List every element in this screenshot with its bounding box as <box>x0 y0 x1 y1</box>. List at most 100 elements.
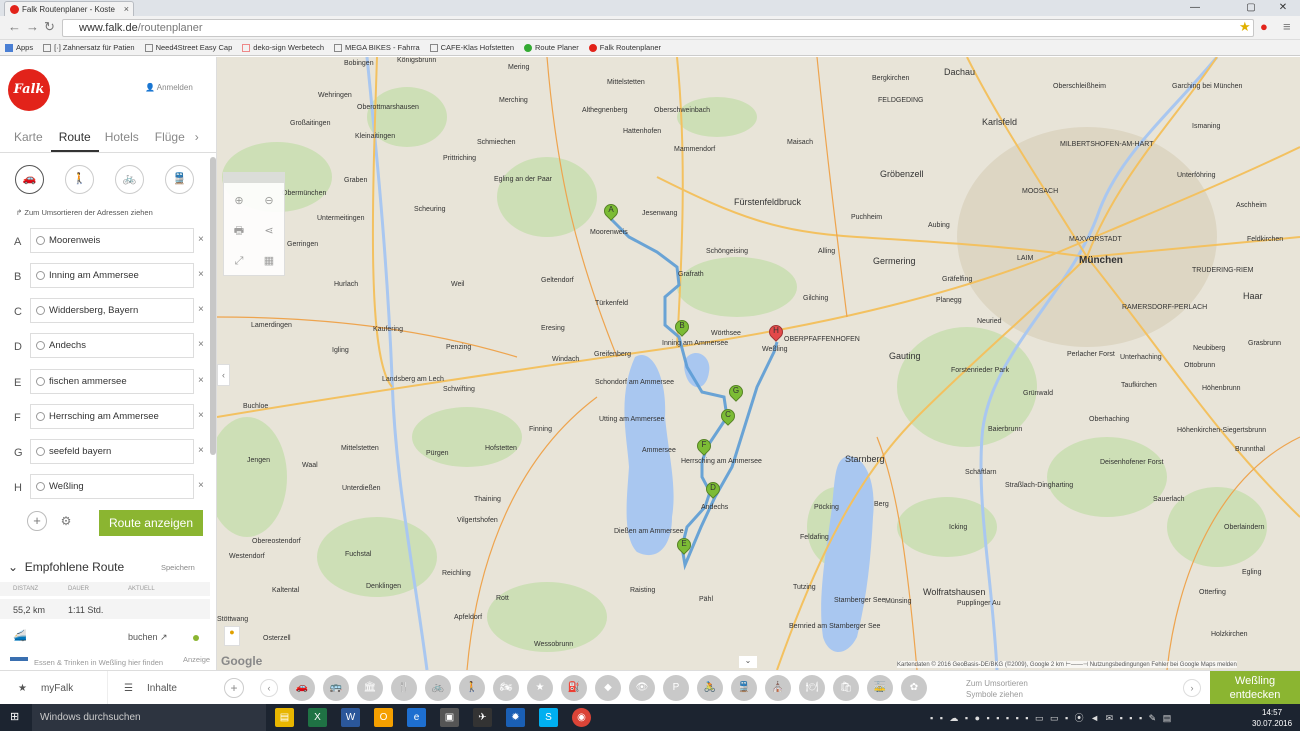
parking-icon[interactable]: P <box>663 675 689 701</box>
map-tools-handle[interactable] <box>224 173 284 183</box>
save-route-link[interactable]: Speichern <box>161 563 195 572</box>
show-route-button[interactable]: Route anzeigen <box>99 510 203 536</box>
close-window-button[interactable]: ✕ <box>1268 0 1298 16</box>
discover-place-button[interactable]: Weßling entdecken <box>1210 671 1300 705</box>
forward-icon[interactable]: → <box>26 19 39 34</box>
car-mode-icon[interactable]: 🚗 <box>15 165 44 194</box>
remove-waypoint-icon[interactable]: × <box>198 234 204 245</box>
zoom-in-icon[interactable]: ⊕ <box>228 190 250 212</box>
poi-prev-icon[interactable]: ‹ <box>260 679 278 697</box>
falk-logo[interactable]: Falk <box>8 69 50 111</box>
tab-fluege[interactable]: Flüge <box>147 125 193 152</box>
waypoint-input[interactable]: Widdersberg, Bayern <box>30 298 194 323</box>
waypoint-input[interactable]: Herrsching am Ammersee <box>30 404 194 429</box>
bookmark-item[interactable]: [·] Zahnersatz für Patien <box>43 43 135 52</box>
share-icon[interactable]: ⋖ <box>258 220 280 242</box>
book-link[interactable]: buchen ↗ <box>128 632 168 643</box>
bookmark-item[interactable]: deko-sign Werbetech <box>242 43 324 52</box>
building-icon[interactable]: 🏛 <box>357 675 383 701</box>
bus-icon[interactable]: 🚌 <box>323 675 349 701</box>
bookmark-apps[interactable]: Apps <box>5 43 33 52</box>
chrome-icon[interactable]: ◉ <box>572 708 591 727</box>
flower-icon[interactable]: ✿ <box>901 675 927 701</box>
chrome-menu-icon[interactable]: ≡ <box>1283 19 1291 34</box>
waypoint-input[interactable]: Inning am Ammersee <box>30 263 194 288</box>
gas-icon[interactable]: ⛽ <box>561 675 587 701</box>
eye-icon[interactable]: 👁 <box>629 675 655 701</box>
recommended-route-header[interactable]: ⌄ Empfohlene Route <box>8 560 124 574</box>
reload-icon[interactable]: ↻ <box>44 19 55 35</box>
zoom-out-icon[interactable]: ⊖ <box>258 190 280 212</box>
adblock-icon[interactable]: ● <box>1260 19 1268 34</box>
road-sign-icon[interactable]: ◆ <box>595 675 621 701</box>
marker-h[interactable]: H <box>766 322 786 345</box>
tab-karte[interactable]: Karte <box>0 125 51 152</box>
marker-g[interactable]: G <box>726 382 746 405</box>
fullscreen-icon[interactable]: ⤢ <box>228 250 250 272</box>
map-layers-icon[interactable]: ▦ <box>258 250 280 272</box>
train-icon[interactable]: 🚆 <box>731 675 757 701</box>
tabs-next-icon[interactable]: › <box>193 125 207 152</box>
print-icon[interactable]: 🖶 <box>228 220 250 242</box>
marker-d[interactable]: D <box>703 479 723 502</box>
waypoint-input[interactable]: fischen ammersee <box>30 369 194 394</box>
transit-mode-icon[interactable]: 🚆 <box>165 165 194 194</box>
marker-c[interactable]: C <box>718 406 738 429</box>
marker-e[interactable]: E <box>674 535 694 558</box>
windows-start-icon[interactable]: ⊞ <box>10 711 22 723</box>
bookmark-item[interactable]: Route Planer <box>523 43 579 52</box>
map-attribution[interactable]: Kartendaten © 2016 GeoBasis-DE/BKG (©200… <box>897 661 1237 668</box>
taskbar-clock[interactable]: 14:57 30.07.2016 <box>1252 707 1292 729</box>
bookmark-item[interactable]: CAFE-Klas Hofstetten <box>429 43 514 52</box>
tab-close-icon[interactable]: × <box>124 4 129 14</box>
url-input[interactable]: www.falk.de/routenplaner <box>62 19 1254 37</box>
waypoint-input[interactable]: seefeld bayern <box>30 439 194 464</box>
remove-waypoint-icon[interactable]: × <box>198 375 204 386</box>
waypoint-input[interactable]: Moorenweis <box>30 228 194 253</box>
add-waypoint-button[interactable]: + <box>27 511 47 531</box>
settings-app-icon[interactable]: ✹ <box>506 708 525 727</box>
outlook-icon[interactable]: O <box>374 708 393 727</box>
tab-hotels[interactable]: Hotels <box>99 125 147 152</box>
marker-f[interactable]: F <box>694 436 714 459</box>
marker-b[interactable]: B <box>672 317 692 340</box>
store-icon[interactable]: ▣ <box>440 708 459 727</box>
route-summary-row[interactable]: 55,2 km 1:11 Std. <box>0 599 210 619</box>
car-icon[interactable]: 🚗 <box>289 675 315 701</box>
taskbar-search[interactable]: Windows durchsuchen <box>32 704 266 731</box>
contents-button[interactable]: ☰ Inhalte <box>108 671 216 705</box>
motorbike-icon[interactable]: 🏍 <box>493 675 519 701</box>
excel-icon[interactable]: X <box>308 708 327 727</box>
marker-a[interactable]: A <box>601 201 621 224</box>
food-icon[interactable]: 🍴 <box>391 675 417 701</box>
bike-mode-icon[interactable]: 🚲 <box>115 165 144 194</box>
login-link[interactable]: 👤 Anmelden <box>145 83 193 92</box>
expand-map-chevron-icon[interactable]: ⌄ <box>739 656 757 668</box>
browser-tab[interactable]: Falk Routenplaner - Koste × <box>4 1 134 16</box>
add-poi-button[interactable]: + <box>224 678 244 698</box>
remove-waypoint-icon[interactable]: × <box>198 480 204 491</box>
landmark-icon[interactable]: ⛪ <box>765 675 791 701</box>
bicycle-icon[interactable]: 🚴 <box>697 675 723 701</box>
edge-icon[interactable]: e <box>407 708 426 727</box>
map-canvas[interactable]: Bobingen Königsbrunn Mering Mittelstetten Me… <box>217 57 1300 670</box>
skype-icon[interactable]: S <box>539 708 558 727</box>
app-icon[interactable]: ✈ <box>473 708 492 727</box>
word-icon[interactable]: W <box>341 708 360 727</box>
bookmark-item[interactable]: Need4Street Easy Cap <box>144 43 232 52</box>
remove-waypoint-icon[interactable]: × <box>198 269 204 280</box>
bookmark-star-icon[interactable]: ★ <box>1239 19 1251 35</box>
system-tray-icons[interactable]: ▪ ▪ ☁ ▪ ● ▪ ▪ ▪ ▪ ▪ ▭ ▭ ▪ ⦿ ◄ ✉ ▪ ▪ ▪ ✎ … <box>930 711 1173 724</box>
sidebar-scrollbar[interactable] <box>210 157 216 455</box>
bookmark-item[interactable]: Falk Routenplaner <box>588 43 661 52</box>
waypoint-input[interactable]: Andechs <box>30 333 194 358</box>
shop-icon[interactable]: 🛍 <box>833 675 859 701</box>
waypoint-input[interactable]: Weßling <box>30 474 194 499</box>
tab-route[interactable]: Route <box>50 125 99 152</box>
bookmark-item[interactable]: MEGA BIKES - Fahrra <box>334 43 420 52</box>
myfalk-button[interactable]: ★ myFalk <box>0 671 108 705</box>
street-view-pegman-icon[interactable]: ● <box>224 626 240 646</box>
remove-waypoint-icon[interactable]: × <box>198 304 204 315</box>
route-settings-gear-icon[interactable]: ⚙ <box>57 512 75 530</box>
minimize-button[interactable]: — <box>1180 0 1210 16</box>
